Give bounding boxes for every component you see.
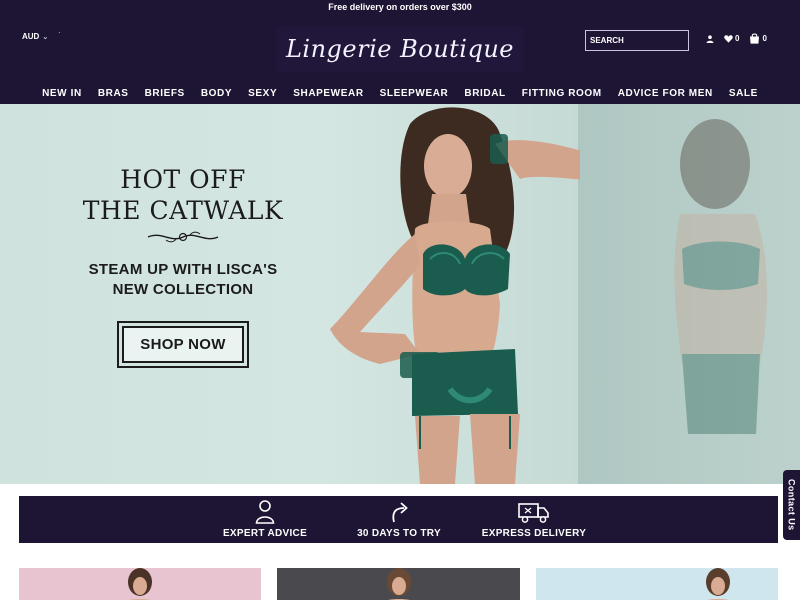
nav-item-bridal[interactable]: BRIDAL	[456, 86, 513, 102]
currency-dot-icon: ·	[58, 28, 61, 37]
hero-title-line2: THE CATWALK	[82, 196, 284, 225]
currency-selector[interactable]: AUD ⌄	[22, 32, 48, 41]
cart-button[interactable]: 0	[749, 33, 767, 44]
account-button[interactable]	[706, 34, 714, 43]
feature-label: EXPRESS DELIVERY	[481, 528, 587, 539]
promo-banner: Free delivery on orders over $300	[328, 2, 472, 12]
shop-now-label: SHOP NOW	[122, 326, 244, 363]
category-tile[interactable]	[536, 568, 778, 600]
shopping-bag-icon	[750, 33, 760, 44]
hero-subtitle-line2: NEW COLLECTION	[112, 281, 254, 298]
site-header: Free delivery on orders over $300 AUD ⌄ …	[0, 0, 800, 104]
nav-item-bras[interactable]: BRAS	[90, 86, 137, 102]
feature-30-days-to-try[interactable]: 30 DAYS TO TRY	[349, 496, 449, 543]
heart-icon	[724, 34, 733, 43]
nav-item-body[interactable]: BODY	[193, 86, 240, 102]
tile-model-image	[705, 568, 730, 600]
tile-model-image	[386, 568, 411, 600]
hero-banner[interactable]: HOT OFF THE CATWALK STEAM UP WITH LISCA'…	[0, 104, 800, 484]
logo-text: Lingerie Boutique	[285, 35, 514, 63]
tile-model-image	[128, 568, 152, 600]
nav-item-new-in[interactable]: NEW IN	[34, 86, 90, 102]
nav-item-sale[interactable]: SALE	[721, 86, 766, 102]
header-icons: 0 0	[706, 33, 767, 44]
hero-subtitle-line1: STEAM UP WITH LISCA'S	[88, 261, 278, 278]
user-icon	[706, 34, 714, 43]
search-box[interactable]	[585, 30, 689, 51]
contact-us-label: Contact Us	[786, 479, 797, 531]
flourish-ornament-icon	[147, 231, 219, 243]
feature-label: EXPERT ADVICE	[222, 528, 308, 539]
truck-icon	[518, 503, 549, 523]
wishlist-button[interactable]: 0	[724, 34, 739, 43]
search-input[interactable]	[590, 36, 686, 45]
hero-title: HOT OFF THE CATWALK	[60, 164, 306, 226]
category-tiles	[0, 568, 800, 600]
chevron-down-icon: ⌄	[42, 33, 49, 41]
category-tile[interactable]	[19, 568, 261, 600]
hero-subtitle: STEAM UP WITH LISCA'S NEW COLLECTION	[60, 260, 306, 300]
nav-item-advice-for-men[interactable]: ADVICE FOR MEN	[610, 86, 721, 102]
hero-model-reflection-image	[674, 119, 767, 434]
nav-item-sleepwear[interactable]: SLEEPWEAR	[372, 86, 457, 102]
hero-title-line1: HOT OFF	[120, 165, 246, 194]
feature-label: 30 DAYS TO TRY	[357, 528, 441, 539]
feature-expert-advice[interactable]: EXPERT ADVICE	[217, 496, 313, 543]
logo[interactable]: Lingerie Boutique	[276, 26, 524, 72]
return-arrow-icon	[392, 502, 408, 523]
nav-item-briefs[interactable]: BRIEFS	[137, 86, 193, 102]
nav-item-fitting-room[interactable]: FITTING ROOM	[514, 86, 610, 102]
shop-now-button[interactable]: SHOP NOW	[117, 321, 249, 368]
nav-item-shapewear[interactable]: SHAPEWEAR	[285, 86, 371, 102]
main-nav: NEW IN BRAS BRIEFS BODY SEXY SHAPEWEAR S…	[0, 86, 800, 102]
person-icon	[255, 500, 275, 524]
contact-us-tab[interactable]: Contact Us	[783, 470, 800, 540]
feature-express-delivery[interactable]: EXPRESS DELIVERY	[474, 496, 594, 543]
wishlist-count: 0	[735, 34, 740, 43]
hero-model-image	[330, 107, 580, 484]
features-bar: EXPERT ADVICE 30 DAYS TO TRY EXPRESS DEL…	[19, 496, 778, 543]
nav-item-sexy[interactable]: SEXY	[240, 86, 285, 102]
category-tile[interactable]	[277, 568, 520, 600]
cart-count: 0	[762, 34, 767, 43]
currency-label: AUD	[22, 32, 40, 41]
